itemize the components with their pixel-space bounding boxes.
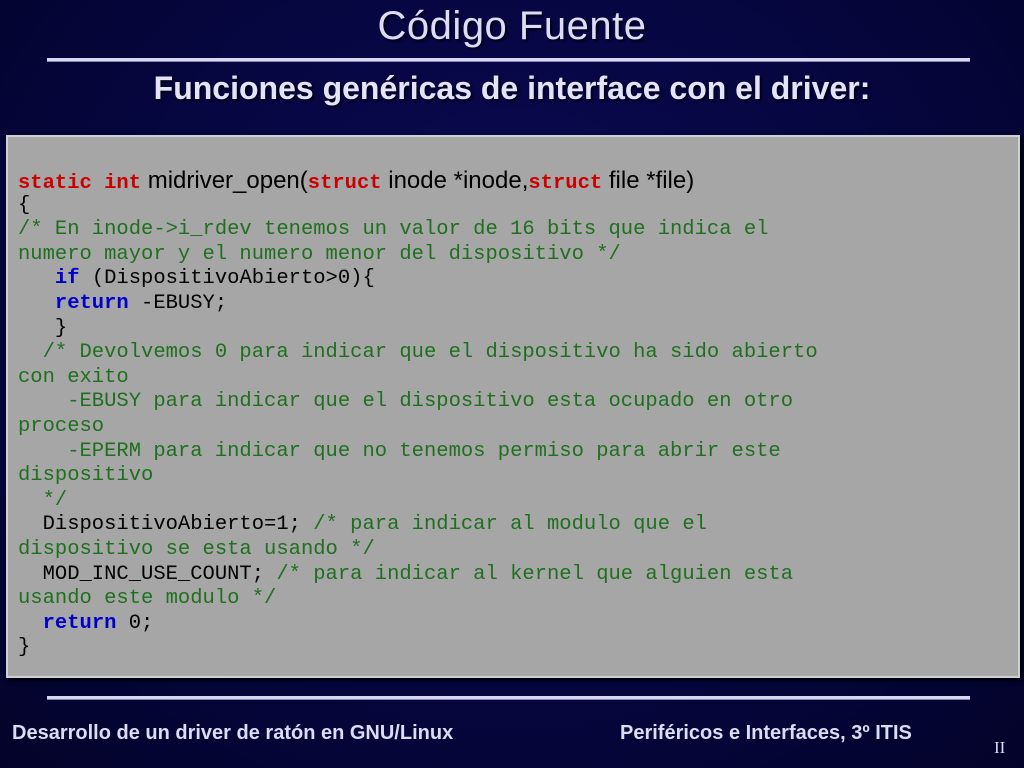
footer-course-title: Desarrollo de un driver de ratón en GNU/… (12, 722, 454, 744)
function-signature-part: inode *inode, (381, 167, 529, 194)
keyword-struct: struct (307, 172, 382, 195)
code-line-15: DispositivoAbierto=1; /* para indicar al… (18, 513, 1018, 538)
code-comment-line: dispositivo (18, 464, 154, 488)
code-comment: /* para indicar al modulo que el (300, 513, 707, 537)
code-comment: /* para indicar al kernel que alguien es… (264, 562, 794, 586)
code-line-7: } (18, 316, 68, 340)
code-comment-line: /* En inode->i_rdev tenemos un valor de … (18, 218, 769, 242)
code-text: -EBUSY; (128, 291, 228, 315)
code-comment-line: usando este modulo */ (18, 587, 277, 611)
code-text: DispositivoAbierto=1; (18, 513, 301, 537)
top-divider (47, 58, 970, 61)
code-comment-line: con exito (18, 365, 129, 389)
slide-title: Código Fuente (377, 4, 647, 48)
code-text: MOD_INC_USE_COUNT; (18, 562, 265, 586)
bottom-divider (47, 696, 970, 699)
code-comment-line: -EBUSY para indicar que el dispositivo e… (18, 390, 794, 414)
code-line-return-0: return 0; (18, 612, 1018, 637)
code-comment-line: -EPERM para indicar que no tenemos permi… (18, 439, 781, 463)
code-text: (DispositivoAbierto>0){ (79, 267, 375, 291)
code-comment-line: numero mayor y el numero menor del dispo… (18, 242, 621, 266)
keyword-struct: struct (528, 172, 603, 195)
keyword-static-int: static int (18, 172, 142, 195)
code-comment-line: */ (18, 488, 68, 512)
slide-subtitle: Funciones genéricas de interface con el … (153, 70, 871, 106)
keyword-return: return (42, 611, 117, 635)
keyword-return: return (54, 291, 129, 315)
code-line-20: } (18, 636, 31, 660)
function-signature-part: file *file) (602, 167, 695, 194)
code-comment-line: proceso (18, 414, 105, 438)
code-text: 0; (116, 611, 154, 635)
footer-subject: Periféricos e Interfaces, 3º ITIS (620, 722, 912, 744)
keyword-if: if (54, 267, 80, 291)
code-line-2: { (18, 193, 31, 217)
code-comment-line: dispositivo se esta usando */ (18, 537, 375, 561)
code-block: static int midriver_open(struct inode *i… (6, 135, 1020, 678)
page-number: II (994, 738, 1006, 757)
source-code: static int midriver_open(struct inode *i… (18, 167, 1018, 661)
code-line-17: MOD_INC_USE_COUNT; /* para indicar al ke… (18, 563, 1018, 588)
function-signature-part: midriver_open( (141, 167, 308, 194)
code-comment-line: /* Devolvemos 0 para indicar que el disp… (18, 341, 818, 365)
code-line-1: static int midriver_open(struct inode *i… (18, 167, 1018, 195)
code-line-if: if (DispositivoAbierto>0){ (18, 267, 1018, 292)
code-line-return: return -EBUSY; (18, 292, 1018, 317)
